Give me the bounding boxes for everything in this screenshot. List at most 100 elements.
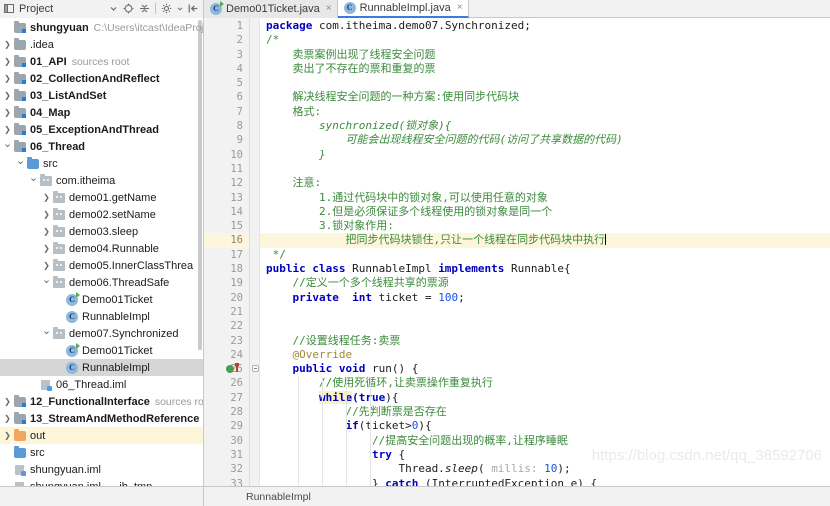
tree-row-03-listandset[interactable]: ❯ 03_ListAndSet	[0, 87, 203, 104]
tree-row-idea[interactable]: ❯ .idea	[0, 36, 203, 53]
fold-method-icon[interactable]	[252, 365, 259, 373]
code-line[interactable]: 格式:	[260, 105, 830, 119]
code-token: (	[352, 390, 359, 404]
code-line[interactable]: */	[260, 248, 830, 262]
code-line[interactable]	[260, 319, 830, 333]
tree-row-demo04-runnable[interactable]: ❯ demo04.Runnable	[0, 240, 203, 257]
code-line[interactable]: 解决线程安全问题的一种方案:使用同步代码块	[260, 90, 830, 104]
tree-row-13-streamandmethodreference[interactable]: ❯ 13_StreamAndMethodReference	[0, 410, 203, 427]
tree-row-runnableimpl[interactable]: C RunnableImpl	[0, 359, 203, 376]
chevron-down-icon[interactable]: ⌄	[41, 326, 52, 337]
code-token: ){	[418, 419, 432, 433]
chevron-right-icon[interactable]: ❯	[41, 227, 52, 236]
chevron-right-icon[interactable]: ❯	[41, 261, 52, 270]
tree-row-demo01ticket[interactable]: C Demo01Ticket	[0, 342, 203, 359]
tree-row-runnableimpl[interactable]: C RunnableImpl	[0, 308, 203, 325]
gear-dropdown-icon[interactable]	[177, 4, 183, 13]
tree-row-demo01ticket[interactable]: C Demo01Ticket	[0, 291, 203, 308]
tree-row-demo01-getname[interactable]: ❯ demo01.getName	[0, 189, 203, 206]
code-line[interactable]: public class RunnableImpl implements Run…	[260, 262, 830, 276]
tree-row-shungyuan[interactable]: shungyuan C:\Users\itcast\IdeaProjec	[0, 19, 203, 36]
code-line[interactable]: 3.锁对象作用:	[260, 219, 830, 233]
hide-window-icon[interactable]	[188, 3, 199, 14]
chevron-down-icon[interactable]	[109, 4, 118, 13]
code-token: 10	[544, 462, 558, 476]
code-line[interactable]: public void run() {	[260, 362, 830, 376]
tree-row-com-itheima[interactable]: ⌄ com.itheima	[0, 172, 203, 189]
tree-row-05-exceptionandthread[interactable]: ❯ 05_ExceptionAndThread	[0, 121, 203, 138]
tree-row-demo05-innerclassthrea[interactable]: ❯ demo05.InnerClassThrea	[0, 257, 203, 274]
tree-row-06-thread[interactable]: ⌄ 06_Thread	[0, 138, 203, 155]
breadcrumb[interactable]: RunnableImpl	[204, 491, 311, 503]
chevron-right-icon[interactable]: ❯	[2, 125, 13, 134]
code-line[interactable]: //定义一个多个线程共享的票源	[260, 276, 830, 290]
tree-row-demo03-sleep[interactable]: ❯ demo03.sleep	[0, 223, 203, 240]
code-line[interactable]: }	[260, 148, 830, 162]
chevron-right-icon[interactable]: ❯	[2, 414, 13, 423]
code-line[interactable]: 注意:	[260, 176, 830, 190]
settings-gear-icon[interactable]	[161, 3, 172, 14]
chevron-right-icon[interactable]: ❯	[2, 397, 13, 406]
folder-blue-icon	[13, 445, 27, 458]
chevron-right-icon[interactable]: ❯	[2, 40, 13, 49]
close-icon[interactable]: ×	[326, 3, 332, 14]
chevron-right-icon[interactable]: ❯	[41, 193, 52, 202]
gutter-line-number: 7	[236, 105, 243, 118]
chevron-right-icon[interactable]: ❯	[2, 74, 13, 83]
code-line[interactable]: //设置线程任务:卖票	[260, 334, 830, 348]
tree-row-demo02-setname[interactable]: ❯ demo02.setName	[0, 206, 203, 223]
editor-tab-demo01ticket[interactable]: C Demo01Ticket.java ×	[204, 0, 338, 18]
chevron-down-icon[interactable]: ⌄	[2, 139, 13, 150]
code-fold-strip[interactable]	[250, 18, 260, 486]
code-line[interactable]	[260, 305, 830, 319]
code-line[interactable]: package com.itheima.demo07.Synchronized;	[260, 19, 830, 33]
code-line[interactable]: 可能会出现线程安全问题的代码(访问了共享数据的代码)	[260, 133, 830, 147]
chevron-right-icon[interactable]: ❯	[2, 91, 13, 100]
tree-row-demo07-synchronized[interactable]: ⌄ demo07.Synchronized	[0, 325, 203, 342]
run-gutter-icon[interactable]	[226, 365, 234, 374]
tree-row-out[interactable]: ❯ out	[0, 427, 203, 444]
code-line[interactable]	[260, 76, 830, 90]
editor-tab-runnableimpl[interactable]: C RunnableImpl.java ×	[337, 0, 469, 18]
code-line[interactable]: 1.通过代码块中的锁对象,可以使用任意的对象	[260, 191, 830, 205]
collapse-all-icon[interactable]	[139, 3, 150, 14]
chevron-down-icon[interactable]: ⌄	[41, 275, 52, 286]
code-line[interactable]: 2.但是必须保证多个线程使用的锁对象是同一个	[260, 205, 830, 219]
tree-row-01-api[interactable]: ❯ 01_API sources root	[0, 53, 203, 70]
tree-row-demo06-threadsafe[interactable]: ⌄ demo06.ThreadSafe	[0, 274, 203, 291]
chevron-down-icon[interactable]: ⌄	[28, 173, 39, 184]
code-line[interactable]	[260, 162, 830, 176]
tree-row-src[interactable]: ⌄ src	[0, 155, 203, 172]
close-icon[interactable]: ×	[457, 2, 463, 13]
tree-row-shungyuan-iml-jb-tmp[interactable]: shungyuan.iml___jb_tmp__	[0, 478, 203, 486]
tree-row-shungyuan-iml[interactable]: shungyuan.iml	[0, 461, 203, 478]
tree-row-12-functionalinterface[interactable]: ❯ 12_FunctionalInterface sources ro	[0, 393, 203, 410]
project-tree[interactable]: shungyuan C:\Users\itcast\IdeaProjec ❯ .ide…	[0, 18, 204, 486]
code-line[interactable]: /*	[260, 33, 830, 47]
code-line[interactable]: synchronized(锁对象){	[260, 119, 830, 133]
override-method-icon[interactable]	[235, 363, 239, 373]
tree-row-label: RunnableImpl	[82, 361, 150, 374]
chevron-right-icon[interactable]: ❯	[41, 244, 52, 253]
editor-gutter[interactable]: 1 2 3 4 5 6 7 8 9 10 11 12 13 14 15 16 17 18 19 20 21 22 23 24 2…	[204, 18, 250, 486]
chevron-right-icon[interactable]: ❯	[2, 108, 13, 117]
chevron-right-icon[interactable]: ❯	[41, 210, 52, 219]
code-editor[interactable]: 1 2 3 4 5 6 7 8 9 10 11 12 13 14 15 16 17 18 19 20 21 22 23 24 2…	[204, 18, 830, 486]
code-line[interactable]: 卖票案例出现了线程安全问题	[260, 48, 830, 62]
locate-target-icon[interactable]	[123, 3, 134, 14]
code-line[interactable]: @Override	[260, 348, 830, 362]
java-class-runnable-icon: C	[65, 342, 80, 357]
module-folder-icon	[13, 54, 27, 67]
code-text-area[interactable]: package com.itheima.demo07.Synchronized;…	[260, 18, 830, 486]
code-line[interactable]: private int ticket = 100;	[260, 291, 830, 305]
code-line[interactable]: 把同步代码块锁住,只让一个线程在同步代码块中执行	[260, 233, 830, 248]
tree-row-src[interactable]: src	[0, 444, 203, 461]
chevron-right-icon[interactable]: ❯	[2, 57, 13, 66]
tree-row-04-map[interactable]: ❯ 04_Map	[0, 104, 203, 121]
tree-row-02-collectionandreflect[interactable]: ❯ 02_CollectionAndReflect	[0, 70, 203, 87]
chevron-down-icon[interactable]: ⌄	[15, 156, 26, 167]
chevron-right-icon[interactable]: ❯	[2, 431, 13, 440]
tree-row-06-thread-iml[interactable]: 06_Thread.iml	[0, 376, 203, 393]
code-line[interactable]: 卖出了不存在的票和重复的票	[260, 62, 830, 76]
package-icon	[52, 326, 66, 339]
